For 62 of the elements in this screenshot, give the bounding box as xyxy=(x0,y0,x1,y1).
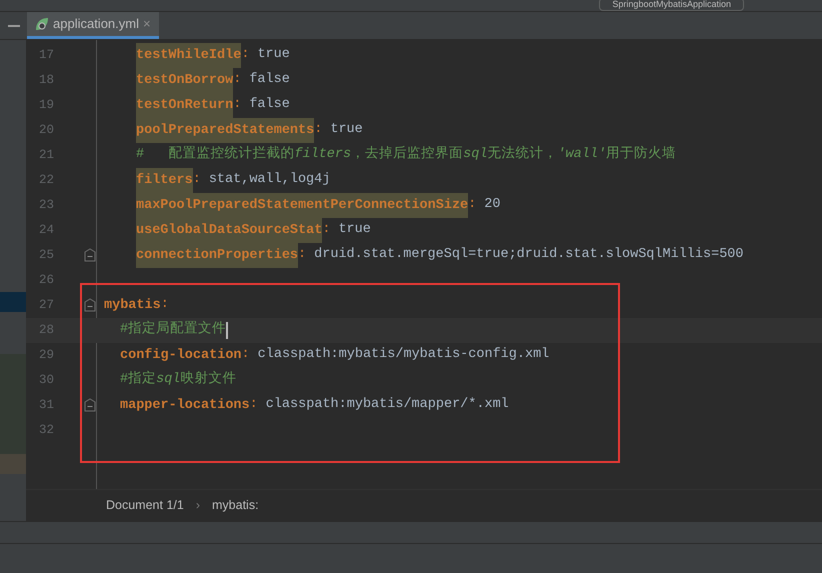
breadcrumb-item[interactable]: mybatis: xyxy=(212,496,259,515)
line-number: 17 xyxy=(38,47,54,64)
yaml-value: classpath:mybatis/mybatis-config.xml xyxy=(258,346,550,364)
colon: : xyxy=(250,396,258,414)
line-number: 23 xyxy=(38,197,54,214)
text-caret xyxy=(226,322,228,339)
code-comment: #指定局配置文件 xyxy=(120,320,226,340)
yaml-key: mybatis xyxy=(104,293,161,318)
yaml-key: connectionProperties xyxy=(136,243,298,268)
editor-tab[interactable]: application.yml × xyxy=(27,12,159,39)
yaml-value: false xyxy=(249,96,290,114)
leaf-icon xyxy=(35,17,49,31)
yaml-value: true xyxy=(338,221,371,240)
yaml-key: testWhileIdle xyxy=(136,43,242,68)
line-number: 19 xyxy=(38,97,54,114)
colon: : xyxy=(314,121,322,140)
colon: : xyxy=(298,246,306,264)
colon: : xyxy=(468,196,476,214)
yaml-value: druid.stat.mergeSql=true;druid.stat.slowSqlMillis=500 xyxy=(314,246,744,264)
line-number: 20 xyxy=(38,122,54,140)
yaml-value: stat,wall,log4j xyxy=(208,171,330,190)
yaml-key: config-location xyxy=(120,343,242,368)
minimize-icon[interactable] xyxy=(8,24,20,26)
line-number: 32 xyxy=(38,422,54,440)
yaml-key: mapper-locations xyxy=(120,393,250,418)
line-number: 24 xyxy=(38,222,54,240)
colon: : xyxy=(233,71,242,90)
yaml-value: 20 xyxy=(484,196,500,214)
colon: : xyxy=(192,171,201,190)
fold-icon[interactable] xyxy=(84,398,96,412)
line-number: 25 xyxy=(38,247,54,264)
yaml-key: filters xyxy=(136,168,193,193)
line-number: 29 xyxy=(38,347,54,364)
colon: : xyxy=(242,346,250,364)
yaml-key: testOnBorrow xyxy=(136,68,234,93)
colon: : xyxy=(241,46,250,64)
line-number: 31 xyxy=(38,397,54,414)
code-comment: #指定sql映射文件 xyxy=(120,370,236,390)
colon: : xyxy=(233,96,242,114)
line-number: 22 xyxy=(38,172,54,190)
yaml-key: testOnReturn xyxy=(136,93,234,118)
breadcrumb-item[interactable]: Document 1/1 xyxy=(106,496,184,515)
yaml-value: true xyxy=(257,46,290,64)
line-number: 27 xyxy=(38,297,54,314)
line-number: 26 xyxy=(38,272,54,290)
yaml-key: useGlobalDataSourceStat xyxy=(136,218,322,243)
yaml-value: classpath:mybatis/mapper/*.xml xyxy=(266,396,509,414)
line-number: 30 xyxy=(38,372,54,390)
yaml-value: true xyxy=(330,121,363,140)
line-number: 21 xyxy=(38,147,54,164)
fold-icon[interactable] xyxy=(84,298,96,312)
fold-icon[interactable] xyxy=(84,248,96,262)
line-number: 18 xyxy=(38,72,54,90)
tab-label: application.yml xyxy=(53,15,139,34)
colon: : xyxy=(160,296,169,314)
breadcrumb-separator: › xyxy=(196,497,200,514)
yaml-value: false xyxy=(249,71,290,90)
colon: : xyxy=(322,221,330,240)
yaml-key: maxPoolPreparedStatementPerConnectionSize xyxy=(136,193,468,218)
code-comment: # 配置监控统计拦截的filters，去掉后监控界面sql无法统计，'wall'用于防火墙 xyxy=(136,145,676,164)
yaml-key: poolPreparedStatements xyxy=(136,118,314,143)
run-config-dropdown[interactable]: SpringbootMybatisApplication xyxy=(599,0,744,11)
